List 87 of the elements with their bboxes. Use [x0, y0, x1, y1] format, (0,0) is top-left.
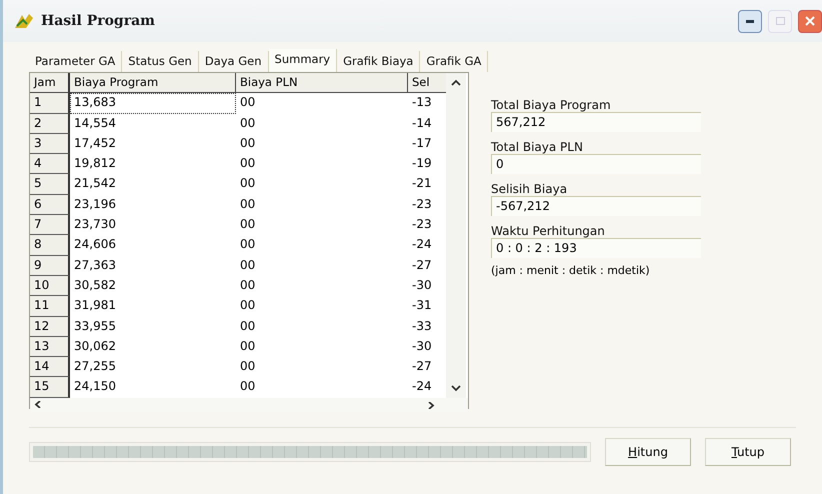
table-cell-text: -24	[411, 378, 433, 396]
output-field[interactable]: 567,212	[491, 112, 701, 132]
table-cell-text: 33,955	[73, 318, 117, 335]
table-cell-text: -13	[411, 94, 433, 112]
field-label: Waktu Perhitungan	[491, 224, 606, 238]
row-header: 2	[30, 114, 70, 134]
output-field[interactable]: 0	[491, 154, 701, 174]
table-cell-text: 00	[239, 134, 256, 152]
table-cell-text: 00	[239, 378, 256, 396]
vertical-scrollbar[interactable]	[446, 73, 466, 398]
table-cell-text: 00	[239, 256, 256, 274]
table-cell-text: -24	[411, 236, 433, 254]
table-cell-text: 23,730	[73, 216, 117, 234]
scroll-down-icon[interactable]	[451, 384, 461, 392]
table-cell-text: -33	[411, 318, 433, 335]
row-header: 12	[30, 316, 70, 337]
table-cell-text: 30,582	[73, 276, 117, 294]
minimize-icon	[746, 20, 754, 22]
table-cell-text: 00	[239, 216, 256, 234]
table-cell-text: -19	[411, 155, 433, 172]
table-cell-text: 00	[239, 114, 256, 132]
close-dialog-button[interactable]: Tutup	[705, 438, 791, 466]
table-cell: 13,683	[70, 93, 236, 114]
table-cell-text: 00	[239, 318, 256, 335]
table-cell-text: 27,255	[73, 358, 117, 376]
table-cell-text: -27	[411, 358, 433, 376]
row-header: 15	[30, 377, 70, 398]
row-header: 3	[30, 134, 70, 154]
table-cell-text: 24,606	[73, 236, 117, 254]
column-header[interactable]: Sel	[408, 73, 446, 94]
table-cell-text: 31,981	[73, 297, 117, 314]
close-button[interactable]	[798, 10, 822, 32]
field-label: Selisih Biaya	[491, 182, 568, 196]
scroll-right-icon[interactable]	[426, 402, 436, 409]
table-cell-text: -31	[411, 297, 433, 314]
row-header: 6	[30, 194, 70, 216]
format-note: (jam : menit : detik : mdetik)	[491, 264, 651, 277]
table-cell-text: 00	[239, 196, 256, 213]
table-cell-text: 14,554	[73, 114, 117, 132]
app-icon	[13, 12, 35, 30]
output-field[interactable]: -567,212	[491, 196, 701, 216]
maximize-icon	[776, 17, 784, 25]
table-cell-text: 00	[239, 155, 256, 172]
row-header: 7	[30, 215, 70, 236]
row-header: 8	[30, 235, 70, 256]
close-icon	[805, 16, 815, 26]
row-header: 1	[30, 93, 70, 114]
table-cell-text: 00	[239, 175, 256, 192]
table-cell-text: -30	[411, 276, 433, 294]
table-cell-text: 00	[239, 358, 256, 376]
table-cell-text: -17	[411, 134, 433, 152]
table-cell-text: -30	[411, 338, 433, 355]
table-cell-text: -23	[411, 196, 433, 213]
table-cell-text: 00	[239, 297, 256, 314]
column-header[interactable]: Jam	[30, 73, 70, 94]
table-cell-text: 23,196	[73, 196, 117, 213]
minimize-button[interactable]	[738, 10, 762, 32]
row-header: 13	[30, 336, 70, 358]
table-cell-text: -27	[411, 256, 433, 274]
row-header: 4	[30, 154, 70, 174]
calculate-button[interactable]: Hitung	[605, 438, 691, 466]
table-cell-text: 27,363	[73, 256, 117, 274]
table-cell-text: 21,542	[73, 175, 117, 192]
column-header[interactable]: Biaya PLN	[236, 73, 408, 94]
table-cell-text: -23	[411, 216, 433, 234]
table-cell-text: -14	[411, 114, 433, 132]
table-cell-text: 00	[239, 338, 256, 355]
table-cell-text: 17,452	[73, 134, 117, 152]
table-cell-text: 00	[239, 236, 256, 254]
table-cell-text: -21	[411, 175, 433, 192]
output-field[interactable]: 0 : 0 : 2 : 193	[491, 238, 701, 258]
window-title: Hasil Program	[41, 13, 156, 29]
field-label: Total Biaya PLN	[491, 140, 584, 154]
column-header[interactable]: Biaya Program	[70, 73, 236, 94]
row-header: 9	[30, 256, 70, 276]
table-cell-text: 24,150	[73, 378, 117, 396]
row-header: 10	[30, 276, 70, 296]
row-header: 5	[30, 174, 70, 195]
field-label: Total Biaya Program	[491, 98, 612, 112]
table-cell-text: 19,812	[73, 155, 117, 172]
table-cell-text: 30,062	[73, 338, 117, 355]
scroll-up-icon[interactable]	[451, 79, 461, 86]
table-cell-text: 00	[239, 94, 256, 112]
row-header: 14	[30, 357, 70, 378]
table-cell-text: 00	[239, 276, 256, 294]
row-header: 11	[30, 296, 70, 317]
tab[interactable]: Summary	[268, 49, 338, 72]
